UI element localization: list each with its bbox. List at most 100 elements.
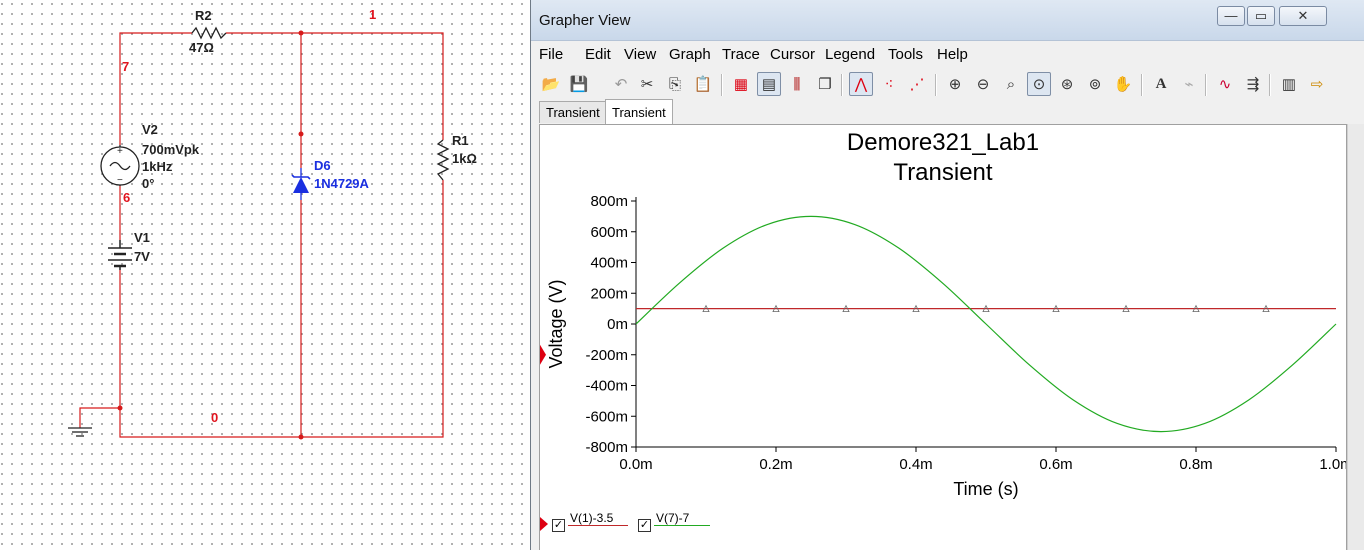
- menu-cursor[interactable]: Cursor: [770, 46, 815, 63]
- cursors-icon[interactable]: ⫼: [785, 72, 809, 96]
- y-tick-label: 0m: [607, 316, 628, 333]
- ground-icon: [68, 427, 92, 437]
- menu-edit[interactable]: Edit: [585, 46, 611, 63]
- zoom-y-icon[interactable]: ⊚: [1083, 72, 1107, 96]
- grid-icon[interactable]: ▦: [729, 72, 753, 96]
- x-tick-label: 0.0m: [619, 456, 652, 473]
- maximize-button[interactable]: ▭: [1247, 6, 1275, 26]
- x-tick-label: 0.6m: [1039, 456, 1072, 473]
- r1-value-label[interactable]: 1kΩ: [452, 151, 477, 167]
- menu-file[interactable]: File: [539, 46, 563, 63]
- grapher-window: Grapher View — ▭ ✕ File Edit View Graph …: [530, 0, 1364, 550]
- wire-ground: [79, 407, 120, 428]
- d6-ref-label[interactable]: D6: [314, 158, 331, 174]
- pan-icon[interactable]: ✋: [1111, 72, 1135, 96]
- x-tick-label: 0.4m: [899, 456, 932, 473]
- overlay-icon[interactable]: ❐: [813, 72, 837, 96]
- undo-icon[interactable]: ↶: [609, 72, 633, 96]
- zoom-in-icon[interactable]: ⊕: [943, 72, 967, 96]
- net-label-0: 0: [211, 410, 219, 425]
- window-title: Grapher View: [539, 12, 631, 29]
- v1-value-label[interactable]: 7V: [134, 249, 150, 265]
- close-button[interactable]: ✕: [1279, 6, 1327, 26]
- x-tick-label: 1.0m: [1319, 456, 1346, 473]
- graph-panel[interactable]: Demore321_Lab1 Transient 800m 600m 400m 200…: [539, 124, 1347, 550]
- legend-icon[interactable]: ▤: [757, 72, 781, 96]
- v2-phase-label[interactable]: 0°: [142, 176, 154, 192]
- v2-amplitude-label[interactable]: 700mVpk: [142, 142, 199, 158]
- line-trace-icon[interactable]: ⋀: [849, 72, 873, 96]
- points-trace-icon[interactable]: ⁖: [877, 72, 901, 96]
- menu-bar: File Edit View Graph Trace Cursor Legend…: [531, 42, 1364, 66]
- line-points-icon[interactable]: ⋰: [905, 72, 929, 96]
- legend-checkbox-v7[interactable]: ✓: [638, 519, 651, 532]
- svg-text:+: +: [117, 146, 123, 157]
- tab-transient-1[interactable]: Transient: [539, 101, 607, 123]
- x-tick-label: 0.8m: [1179, 456, 1212, 473]
- v2-ref-label[interactable]: V2: [142, 122, 158, 138]
- transfer-icon[interactable]: ⇨: [1305, 72, 1329, 96]
- menu-trace[interactable]: Trace: [722, 46, 760, 63]
- menu-graph[interactable]: Graph: [669, 46, 711, 63]
- wire-net-1: [226, 32, 444, 140]
- series-line-1: [635, 215, 1337, 433]
- cut-icon[interactable]: ✂: [635, 72, 659, 96]
- export-icon[interactable]: ⇶: [1241, 72, 1265, 96]
- svg-text:−: −: [117, 175, 123, 186]
- active-trace-marker-icon: [540, 517, 548, 531]
- menu-tools[interactable]: Tools: [888, 46, 923, 63]
- text-icon[interactable]: A: [1149, 72, 1173, 96]
- y-tick-label: -800m: [585, 439, 628, 456]
- v1-ref-label[interactable]: V1: [134, 230, 150, 246]
- r1-ref-label[interactable]: R1: [452, 133, 469, 149]
- tooltip-icon[interactable]: ⌁: [1177, 72, 1201, 96]
- wire-net-0: [119, 180, 444, 438]
- y-tick-label: -400m: [585, 378, 628, 395]
- title-bar[interactable]: Grapher View — ▭ ✕: [531, 0, 1364, 41]
- zoom-x-icon[interactable]: ⊛: [1055, 72, 1079, 96]
- x-tick-label: 0.2m: [759, 456, 792, 473]
- toolbar: 📂 💾 ↶ ✂ ⎘ 📋 ▦ ▤ ⫼ ❐ ⋀ ⁖ ⋰ ⊕ ⊖ ⌕ ⊙ ⊛ ⊚ ✋ …: [537, 70, 1361, 100]
- legend-label-v1: V(1)-3.5: [570, 511, 614, 525]
- r2-ref-label[interactable]: R2: [195, 8, 212, 24]
- y-tick-label: -600m: [585, 408, 628, 425]
- d6-model-label[interactable]: 1N4729A: [314, 176, 369, 192]
- waveform-icon[interactable]: ∿: [1213, 72, 1237, 96]
- zoom-fit-icon[interactable]: ⊙: [1027, 72, 1051, 96]
- print-icon[interactable]: ▥: [1277, 72, 1301, 96]
- y-axis-label: Voltage (V): [546, 279, 566, 368]
- legend-label-v7: V(7)-7: [656, 511, 690, 525]
- menu-help[interactable]: Help: [937, 46, 968, 63]
- v1-battery-symbol: [108, 240, 132, 270]
- schematic-wiring: + −: [68, 26, 450, 440]
- vertical-scrollbar[interactable]: [1347, 124, 1364, 550]
- y-tick-label: 400m: [590, 255, 628, 272]
- net-label-6: 6: [123, 190, 131, 205]
- r2-value-label[interactable]: 47Ω: [189, 40, 214, 56]
- tab-transient-2[interactable]: Transient: [605, 99, 673, 125]
- paste-icon[interactable]: 📋: [691, 72, 715, 96]
- v2-frequency-label[interactable]: 1kHz: [142, 159, 172, 175]
- net-label-7: 7: [122, 59, 130, 74]
- minimize-button[interactable]: —: [1217, 6, 1245, 26]
- menu-legend[interactable]: Legend: [825, 46, 875, 63]
- chart-svg[interactable]: 800m600m400m200m0m-200m-400m-600m-800m0.…: [540, 125, 1346, 551]
- legend-line-v7: [654, 525, 710, 526]
- zoom-area-icon[interactable]: ⌕: [999, 72, 1023, 96]
- y-tick-label: 600m: [590, 224, 628, 241]
- y-tick-label: 200m: [590, 285, 628, 302]
- y-tick-label: 800m: [590, 193, 628, 210]
- copy-icon[interactable]: ⎘: [663, 72, 687, 96]
- legend-checkbox-v1[interactable]: ✓: [552, 519, 565, 532]
- d6-zener-diode-symbol: [291, 168, 311, 200]
- net-label-1: 1: [369, 7, 377, 22]
- r2-resistor-symbol: [191, 26, 227, 40]
- menu-view[interactable]: View: [624, 46, 656, 63]
- zoom-out-icon[interactable]: ⊖: [971, 72, 995, 96]
- save-icon[interactable]: 💾: [567, 72, 591, 96]
- x-axis-label: Time (s): [953, 479, 1018, 499]
- y-tick-label: -200m: [585, 347, 628, 364]
- schematic-canvas[interactable]: + − 1 7 6 0 R2 47Ω V2 700mVpk 1kHz 0° V1…: [0, 0, 530, 550]
- open-icon[interactable]: 📂: [539, 72, 563, 96]
- r1-resistor-symbol: [436, 139, 450, 181]
